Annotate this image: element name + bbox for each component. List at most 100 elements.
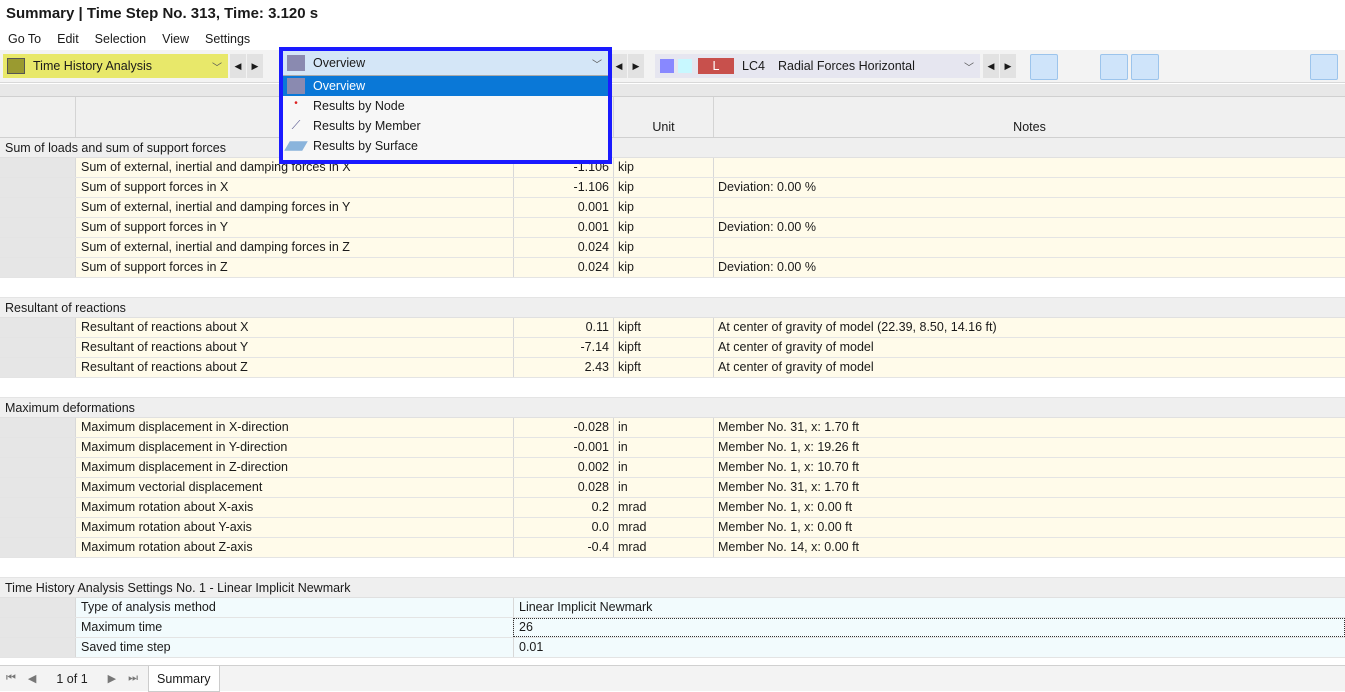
- table-row[interactable]: Type of analysis method Linear Implicit N…: [0, 598, 1345, 618]
- load-case-select[interactable]: L LC4 Radial Forces Horizontal ﹀: [655, 54, 980, 78]
- table-row[interactable]: Saved time step 0.01: [0, 638, 1345, 658]
- notes-cell: [713, 198, 1345, 217]
- notes-cell: Member No. 31, x: 1.70 ft: [713, 478, 1345, 497]
- dropdown-item-surface[interactable]: Results by Surface: [283, 136, 608, 156]
- view-label: Overview: [313, 56, 366, 70]
- setting-value[interactable]: 26: [513, 618, 1345, 637]
- lc-name: Radial Forces Horizontal: [778, 59, 915, 73]
- color-swatch-icon: [678, 59, 692, 73]
- row-gutter: [0, 258, 75, 277]
- unit-cell: kip: [613, 198, 713, 217]
- surface-icon: [284, 141, 308, 151]
- row-gutter: [0, 218, 75, 237]
- dropdown-item-member[interactable]: ⟋ Results by Member: [283, 116, 608, 136]
- view-dropdown: Overview ﹀ Overview • Results by Node ⟋ Re…: [279, 47, 612, 164]
- next-page-icon[interactable]: ▶: [108, 672, 116, 685]
- notes-cell: Member No. 1, x: 10.70 ft: [713, 458, 1345, 477]
- member-icon: ⟋: [291, 118, 301, 132]
- unit-cell: kip: [613, 238, 713, 257]
- notes-cell: Deviation: 0.00 %: [713, 218, 1345, 237]
- table-row[interactable]: Maximum rotation about Y-axis 0.0 mrad Memb…: [0, 518, 1345, 538]
- table-row[interactable]: Sum of external, inertial and damping fo…: [0, 238, 1345, 258]
- table-grid-icon[interactable]: [1210, 54, 1238, 80]
- table-member-icon[interactable]: [1272, 54, 1300, 80]
- values-icon[interactable]: [1131, 54, 1159, 80]
- bar-chart-icon[interactable]: [1310, 54, 1338, 80]
- setting-name: Saved time step: [75, 638, 513, 657]
- description-cell: Maximum displacement in Z-direction: [75, 458, 513, 477]
- next-arrow-icon[interactable]: ▶: [1000, 54, 1016, 78]
- pager-bar: ⏮ ◀ 1 of 1 ▶ ⏭ Summary: [0, 665, 1345, 692]
- description-cell: Maximum rotation about X-axis: [75, 498, 513, 517]
- setting-name: Type of analysis method: [75, 598, 513, 617]
- page-indicator: 1 of 1: [56, 671, 88, 686]
- row-gutter: [0, 338, 75, 357]
- notes-cell: Member No. 1, x: 0.00 ft: [713, 518, 1345, 537]
- description-cell: Maximum displacement in X-direction: [75, 418, 513, 437]
- item-label: Results by Surface: [313, 139, 418, 153]
- menu-selection[interactable]: Selection: [87, 32, 154, 46]
- menu-view[interactable]: View: [154, 32, 197, 46]
- table-member-icon[interactable]: [1241, 54, 1269, 80]
- row-gutter: [0, 238, 75, 257]
- table-row[interactable]: Sum of external, inertial and damping fo…: [0, 198, 1345, 218]
- item-label: Overview: [313, 79, 366, 93]
- dropdown-item-overview[interactable]: Overview: [283, 76, 608, 96]
- item-label: Results by Node: [313, 99, 405, 113]
- analysis-type-select[interactable]: Time History Analysis ﹀: [3, 54, 228, 78]
- table-row[interactable]: Maximum time 26: [0, 618, 1345, 638]
- first-page-icon[interactable]: ⏮: [6, 672, 16, 685]
- value-cell: -0.4: [513, 538, 613, 557]
- next-arrow-icon[interactable]: ▶: [247, 54, 263, 78]
- table-row[interactable]: Sum of support forces in Y 0.001 kip Deviat…: [0, 218, 1345, 238]
- table-row[interactable]: Maximum displacement in Y-direction -0.00…: [0, 438, 1345, 458]
- value-cell: -7.14: [513, 338, 613, 357]
- table-row[interactable]: Resultant of reactions about Y -7.14 kipft…: [0, 338, 1345, 358]
- unit-cell: in: [613, 438, 713, 457]
- notes-cell: At center of gravity of model: [713, 338, 1345, 357]
- table-row[interactable]: Sum of support forces in X -1.106 kip Devia…: [0, 178, 1345, 198]
- prev-arrow-icon[interactable]: ◀: [983, 54, 999, 78]
- notes-cell: Member No. 31, x: 1.70 ft: [713, 418, 1345, 437]
- table-row[interactable]: Maximum rotation about Z-axis -0.4 mrad Mem…: [0, 538, 1345, 558]
- prev-page-icon[interactable]: ◀: [28, 672, 36, 685]
- setting-value[interactable]: Linear Implicit Newmark: [513, 598, 1345, 617]
- menu-settings[interactable]: Settings: [197, 32, 258, 46]
- table-row[interactable]: Sum of external, inertial and damping fo…: [0, 158, 1345, 178]
- value-cell: -0.001: [513, 438, 613, 457]
- row-gutter: [0, 178, 75, 197]
- value-cell: 2.43: [513, 358, 613, 377]
- last-page-icon[interactable]: ⏭: [128, 672, 138, 685]
- row-gutter: [0, 318, 75, 337]
- prev-arrow-icon[interactable]: ◀: [230, 54, 246, 78]
- table-row[interactable]: Resultant of reactions about X 0.11 kipft A…: [0, 318, 1345, 338]
- table-row[interactable]: Sum of support forces in Z 0.024 kip Deviat…: [0, 258, 1345, 278]
- value-cell: 0.024: [513, 258, 613, 277]
- view-select-open[interactable]: Overview ﹀: [283, 51, 608, 76]
- next-arrow-icon[interactable]: ▶: [628, 54, 644, 78]
- tab-summary[interactable]: Summary: [148, 665, 220, 692]
- row-gutter: [0, 438, 75, 457]
- row-gutter: [0, 538, 75, 557]
- row-gutter: [0, 158, 75, 177]
- row-gutter: [0, 358, 75, 377]
- table-row[interactable]: Maximum rotation about X-axis 0.2 mrad Memb…: [0, 498, 1345, 518]
- prev-arrow-icon[interactable]: ◀: [611, 54, 627, 78]
- hierarchy-icon[interactable]: [1171, 54, 1199, 80]
- table-row[interactable]: Resultant of reactions about Z 2.43 kipft A…: [0, 358, 1345, 378]
- menu-go-to[interactable]: Go To: [0, 32, 49, 46]
- setting-value[interactable]: 0.01: [513, 638, 1345, 657]
- visibility-icon[interactable]: [1100, 54, 1128, 80]
- section-header: Sum of loads and sum of support forces: [0, 138, 1345, 158]
- notes-cell: Deviation: 0.00 %: [713, 178, 1345, 197]
- table-row[interactable]: Maximum displacement in X-direction -0.02…: [0, 418, 1345, 438]
- row-gutter: [0, 638, 75, 657]
- select-in-model-icon[interactable]: [1030, 54, 1058, 80]
- jump-icon[interactable]: [1060, 54, 1088, 80]
- row-gutter: [0, 518, 75, 537]
- table-row[interactable]: Maximum vectorial displacement 0.028 in Mem…: [0, 478, 1345, 498]
- menu-edit[interactable]: Edit: [49, 32, 87, 46]
- dropdown-item-node[interactable]: • Results by Node: [283, 96, 608, 116]
- chevron-down-icon: ﹀: [592, 59, 602, 71]
- table-row[interactable]: Maximum displacement in Z-direction 0.002…: [0, 458, 1345, 478]
